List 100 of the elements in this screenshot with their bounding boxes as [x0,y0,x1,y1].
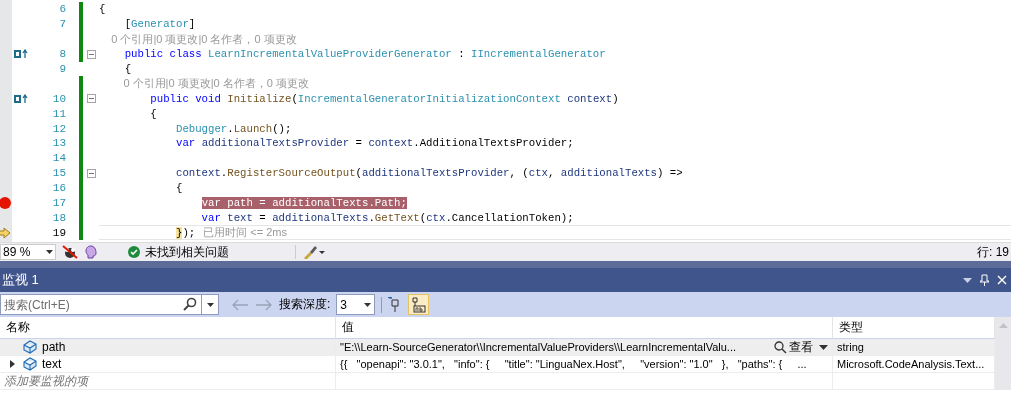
field-icon [22,339,38,355]
line-number: 17 [51,197,67,209]
code-token: ) => [657,167,683,180]
code-token: ( [355,167,362,180]
view-button[interactable]: 查看 [774,339,832,355]
line-number: 8 [58,48,67,61]
line-number: 9 [58,63,67,75]
caret-icon[interactable] [206,302,214,307]
field-icon [22,356,38,372]
code-token: additionalTextsProvider [362,167,510,180]
caret-icon[interactable] [46,250,53,254]
expand-icon[interactable] [10,360,15,368]
line-number: 19 [51,226,67,239]
line-number: 10 [51,92,67,105]
code-token: additionalTexts [272,211,369,224]
code-token: var [174,137,197,150]
line-position: 行: 19 [977,243,1010,261]
code-token: ); [182,226,196,239]
code-token: context [174,167,221,180]
code-token: = [258,211,267,224]
code-token: . [227,122,234,135]
code-token: ( [291,92,298,105]
code-token: . [368,211,375,224]
code-token: { [99,3,106,16]
code-token: .AdditionalTextsProvider; [413,137,574,150]
variable-name[interactable]: path [42,340,66,354]
caret-icon[interactable] [819,344,828,350]
caret-icon[interactable] [364,302,372,307]
code-token: additionalTextsProvider [201,137,350,150]
code-token: IIncrementalGenerator [471,48,606,61]
code-token: [ [123,18,132,31]
variable-value: {{ "openapi": "3.0.1", "info": { "title": "LinguaNex.Host", "version": "1.0" }, "paths": { ... [340,358,807,370]
issues-status[interactable]: 未找到相关问题 [145,243,229,261]
code-token: RegisterSourceOutput [227,167,356,180]
variable-name[interactable]: text [42,357,62,371]
code-token: context [368,137,414,150]
pin-icon[interactable] [980,274,989,286]
collapse-icon[interactable] [86,49,96,59]
breakpoint-icon[interactable] [0,197,11,209]
search-field[interactable]: 搜索(Ctrl+E) [0,294,202,315]
code-token: ] [188,18,196,31]
elapsed-time-hint: 已用时间 <= 2ms [203,225,287,241]
magnifier-icon [774,340,787,354]
code-token: { [149,107,157,120]
code-token: (); [272,122,292,135]
code-token: var [200,211,222,224]
implements-icon[interactable] [14,93,28,104]
line-number: 11 [51,107,67,120]
close-icon[interactable] [997,275,1007,285]
code-token: Initialize [227,92,292,105]
collapse-icon[interactable] [86,168,96,178]
code-token: LearnIncrementalValueProviderGenerator [208,48,452,61]
brush-icon[interactable] [302,245,326,259]
code-token: ctx [528,167,548,180]
code-token: public void [149,92,222,105]
code-token: ctx [426,211,446,224]
line-number: 6 [58,3,67,16]
check-icon [128,246,140,258]
string-format-toggle[interactable] [408,294,430,315]
scrollbar[interactable] [995,317,1011,390]
code-token: Launch [233,122,273,135]
code-token: IncrementalGeneratorInitializationContext [297,92,561,105]
code-token: text [227,211,253,224]
code-token: ( [419,211,427,224]
code-token: Generator [131,18,189,31]
line-number: 13 [51,137,67,150]
line-number: 12 [51,122,67,135]
brain-icon[interactable] [84,245,98,259]
line-number: 15 [51,167,67,180]
code-token: , ( [509,167,529,180]
code-token: .CancellationToken); [445,211,574,224]
line-number: 16 [51,182,67,195]
code-token: context [566,92,613,105]
code-token: public class [123,48,203,61]
code-token: { [123,63,132,75]
implements-icon[interactable] [14,49,28,60]
zoom-dropdown[interactable]: 89 % [0,244,56,260]
code-token: . [220,167,228,180]
add-watch-placeholder[interactable]: 添加要监视的项 [4,373,88,389]
code-token: { [174,182,183,195]
code-token: var path = additionalTexts.Path; [201,197,407,209]
code-token: : [457,48,466,61]
code-token: GetText [374,211,420,224]
dropdown-icon[interactable] [963,277,972,283]
code-token: ) [612,92,619,105]
search-options-dropdown[interactable] [202,294,219,315]
code-token: , [548,167,556,180]
depth-label: 搜索深度: [279,296,331,313]
code-token: } [175,226,183,239]
depth-dropdown[interactable]: 3 [336,294,376,315]
bug-icon[interactable] [62,245,78,259]
collapse-icon[interactable] [86,94,96,104]
variable-value: "E:\\Learn-SourceGenerator\\IncrementalValueProviders\\LearnIncrementalValu... [340,341,737,353]
code-token: = [354,137,363,150]
variable-type: Microsoft.CodeAnalysis.Text... [837,358,985,370]
code-token: additionalTexts [560,167,658,180]
variable-type: string [837,341,864,353]
search-icon[interactable] [183,297,197,311]
line-number: 18 [51,211,67,224]
line-number: 14 [51,152,67,165]
